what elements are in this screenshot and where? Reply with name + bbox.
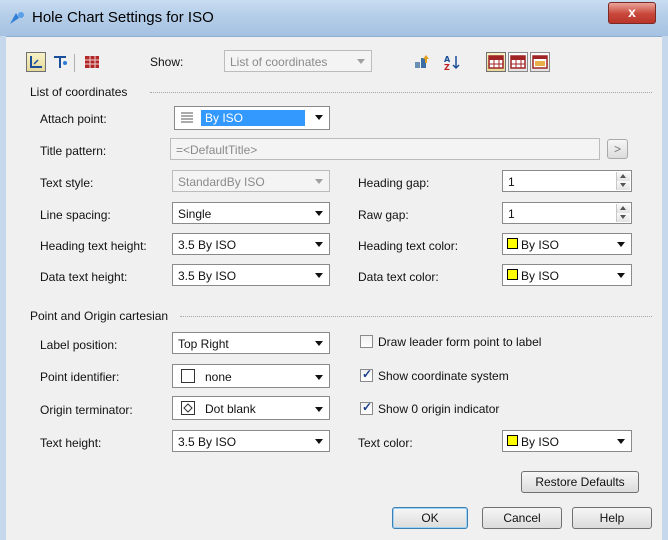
attach-point-label: Attach point: bbox=[40, 112, 107, 126]
label-position-select[interactable]: Top Right bbox=[172, 332, 330, 354]
window-border-left bbox=[0, 36, 6, 540]
ok-button[interactable]: OK bbox=[392, 507, 468, 529]
heading-gap-label: Heading gap: bbox=[358, 176, 430, 190]
svg-text:Z: Z bbox=[444, 63, 450, 71]
line-spacing-label: Line spacing: bbox=[40, 208, 111, 222]
data-text-height-select[interactable]: 3.5 By ISO bbox=[172, 264, 330, 286]
window-border-right bbox=[662, 36, 668, 540]
spin-up-icon[interactable] bbox=[617, 172, 630, 181]
show-origin-indicator-label: Show 0 origin indicator bbox=[378, 402, 500, 416]
blank-marker-icon bbox=[181, 369, 195, 383]
heading-text-height-select[interactable]: 3.5 By ISO bbox=[172, 233, 330, 255]
hole-chart-settings-dialog: Hole Chart Settings for ISO x Show: List… bbox=[0, 0, 668, 540]
chevron-down-icon bbox=[357, 59, 365, 64]
spinner-arrows[interactable] bbox=[616, 204, 630, 222]
chevron-down-icon bbox=[315, 242, 323, 247]
group-separator bbox=[150, 92, 652, 93]
chevron-down-icon bbox=[617, 439, 625, 444]
text-height-label: Text height: bbox=[40, 436, 102, 450]
origin-terminator-select[interactable]: Dot blank bbox=[172, 396, 330, 420]
draw-leader-checkbox[interactable] bbox=[360, 335, 373, 348]
spin-up-icon[interactable] bbox=[617, 204, 630, 213]
chevron-down-icon bbox=[315, 211, 323, 216]
close-button[interactable]: x bbox=[608, 2, 656, 24]
show-label: Show: bbox=[150, 55, 184, 69]
point-identifier-select[interactable]: none bbox=[172, 364, 330, 388]
title-pattern-label: Title pattern: bbox=[40, 144, 107, 158]
data-text-color-label: Data text color: bbox=[358, 270, 439, 284]
heading-text-color-label: Heading text color: bbox=[358, 239, 459, 253]
grid-table-icon[interactable] bbox=[82, 52, 102, 72]
hole-table-icon[interactable] bbox=[50, 52, 70, 72]
origin-terminator-label: Origin terminator: bbox=[40, 403, 133, 417]
restore-defaults-button[interactable]: Restore Defaults bbox=[521, 471, 639, 493]
data-text-height-label: Data text height: bbox=[40, 270, 128, 284]
draw-leader-label: Draw leader form point to label bbox=[378, 335, 542, 349]
spin-down-icon[interactable] bbox=[617, 213, 630, 222]
sort-az-icon[interactable]: AZ bbox=[442, 52, 462, 72]
chevron-down-icon bbox=[315, 115, 323, 120]
point-origin-group-label: Point and Origin cartesian bbox=[30, 309, 169, 323]
chevron-down-icon bbox=[315, 179, 323, 184]
text-style-select[interactable]: StandardBy ISO bbox=[172, 170, 330, 192]
table-layout-2-icon[interactable] bbox=[508, 52, 528, 72]
raw-gap-label: Raw gap: bbox=[358, 208, 409, 222]
text-style-label: Text style: bbox=[40, 176, 94, 190]
raw-gap-spinner[interactable]: 1 bbox=[502, 202, 632, 224]
cancel-button[interactable]: Cancel bbox=[482, 507, 562, 529]
toolbar-separator bbox=[74, 54, 75, 72]
heading-text-height-label: Heading text height: bbox=[40, 239, 147, 253]
title-pattern-browse-button[interactable]: > bbox=[607, 139, 628, 159]
heading-gap-spinner[interactable]: 1 bbox=[502, 170, 632, 192]
show-coordinate-system-label: Show coordinate system bbox=[378, 369, 509, 383]
sort-icon[interactable] bbox=[412, 52, 432, 72]
app-icon bbox=[10, 12, 24, 24]
chevron-down-icon bbox=[315, 273, 323, 278]
chevron-down-icon bbox=[315, 407, 323, 412]
line-spacing-select[interactable]: Single bbox=[172, 202, 330, 224]
heading-text-color-select[interactable]: By ISO bbox=[502, 233, 632, 255]
data-text-color-select[interactable]: By ISO bbox=[502, 264, 632, 286]
chevron-down-icon bbox=[315, 375, 323, 380]
coordinate-table-icon[interactable] bbox=[26, 52, 46, 72]
dot-blank-icon bbox=[181, 401, 195, 415]
point-identifier-label: Point identifier: bbox=[40, 370, 120, 384]
spin-down-icon[interactable] bbox=[617, 181, 630, 190]
dialog-title: Hole Chart Settings for ISO bbox=[32, 9, 214, 26]
group-separator bbox=[180, 316, 652, 317]
help-button[interactable]: Help bbox=[572, 507, 652, 529]
color-swatch bbox=[507, 238, 518, 249]
list-of-coordinates-group-label: List of coordinates bbox=[30, 85, 128, 99]
attach-point-icon bbox=[181, 112, 193, 124]
table-layout-1-icon[interactable] bbox=[486, 52, 506, 72]
color-swatch bbox=[507, 269, 518, 280]
show-coordinate-system-checkbox[interactable] bbox=[360, 367, 373, 382]
chevron-down-icon bbox=[617, 242, 625, 247]
show-select[interactable]: List of coordinates bbox=[224, 50, 372, 72]
chevron-down-icon bbox=[315, 439, 323, 444]
title-bar: Hole Chart Settings for ISO x bbox=[0, 0, 668, 37]
text-height-select[interactable]: 3.5 By ISO bbox=[172, 430, 330, 452]
color-swatch bbox=[507, 435, 518, 446]
label-position-label: Label position: bbox=[40, 338, 118, 352]
chevron-down-icon bbox=[315, 341, 323, 346]
attach-point-select[interactable]: By ISO bbox=[174, 106, 330, 130]
text-color-label: Text color: bbox=[358, 436, 413, 450]
show-origin-indicator-checkbox[interactable] bbox=[360, 400, 373, 415]
chevron-down-icon bbox=[617, 273, 625, 278]
table-layout-3-icon[interactable] bbox=[530, 52, 550, 72]
spinner-arrows[interactable] bbox=[616, 172, 630, 190]
text-color-select[interactable]: By ISO bbox=[502, 430, 632, 452]
title-pattern-field[interactable]: =<DefaultTitle> bbox=[170, 138, 600, 160]
